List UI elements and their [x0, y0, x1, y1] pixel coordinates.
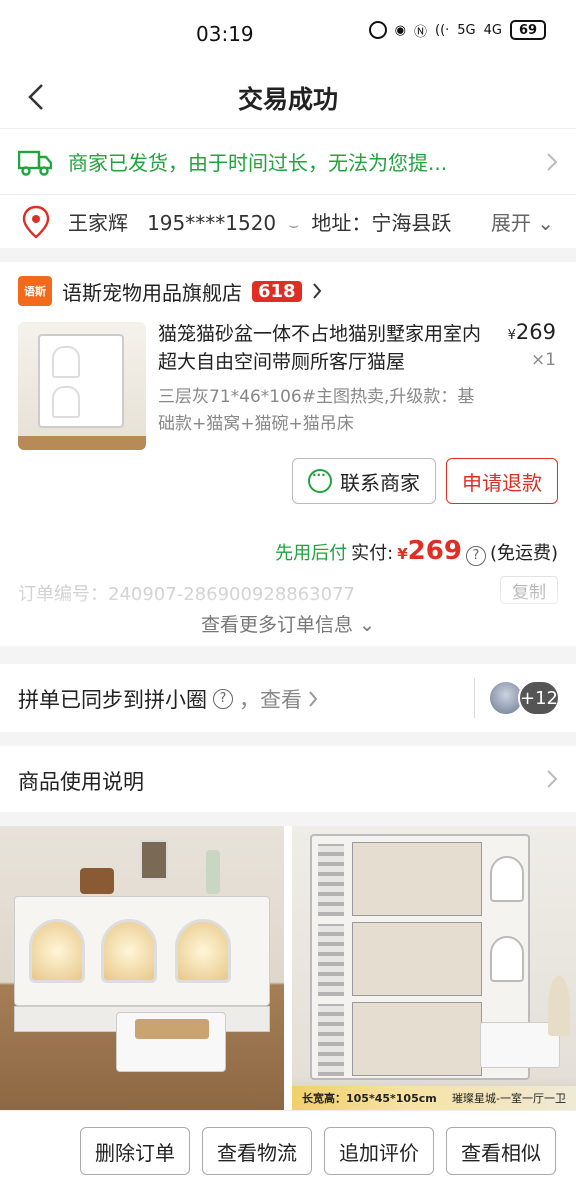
product-instructions-label: 商品使用说明: [18, 770, 144, 794]
product-photo-2[interactable]: 长宽高：105*45*105cm 璀璨星城-一室一厅一卫: [292, 826, 576, 1110]
eye-closed-icon[interactable]: ⌣: [289, 215, 300, 235]
paid-label: 实付:: [351, 543, 394, 564]
battery-icon: 69: [510, 20, 546, 40]
cage-level: [352, 1002, 482, 1076]
cabinet-window: [175, 919, 231, 983]
signal-4g-icon: 4G: [483, 22, 502, 38]
address-row[interactable]: 王家辉 195****1520 ⌣ 地址：宁海县跃 展开 ⌄: [0, 195, 576, 249]
payment-summary: 先用后付 实付: ¥269 ? (免运费): [275, 536, 558, 566]
nfc-icon: Ⓝ: [413, 24, 427, 40]
recipient-phone: 195****1520: [147, 211, 277, 235]
shop-name: 语斯宠物用品旗舰店: [62, 280, 242, 305]
litter-drawer: [116, 1012, 226, 1072]
view-similar-button[interactable]: 查看相似: [446, 1127, 556, 1175]
product-quantity: ×1: [530, 350, 556, 370]
help-icon[interactable]: ?: [213, 689, 233, 709]
order-card: 语斯 语斯宠物用品旗舰店 618 猫笼猫砂盆一体不占地猫别墅家用室内超大自由空间…: [0, 262, 576, 646]
radio-decor: [80, 868, 114, 894]
page-title: 交易成功: [237, 85, 338, 114]
paid-symbol: ¥: [397, 545, 408, 563]
chevron-right-icon: [309, 691, 318, 707]
contact-merchant-label: 联系商家: [340, 470, 420, 495]
wifi-icon: ((·: [435, 22, 450, 38]
status-time: 03:19: [196, 22, 254, 46]
friend-count-badge[interactable]: +12: [518, 680, 560, 716]
shop-badge: 618: [252, 280, 302, 302]
pay-later-label: 先用后付: [275, 543, 348, 564]
product-photos: 长宽高：105*45*105cm 璀璨星城-一室一厅一卫: [0, 826, 576, 1110]
group-sync-text: 拼单已同步到拼小圈 ? ，查看: [18, 684, 318, 714]
cage-door: [490, 936, 524, 982]
photo-caption-dimensions: 长宽高：105*45*105cm: [302, 1092, 437, 1105]
recipient-address: 地址：宁海县跃: [311, 211, 452, 235]
cage-door: [490, 856, 524, 902]
shop-logo: 语斯: [18, 276, 52, 306]
product-title[interactable]: 猫笼猫砂盆一体不占地猫别墅家用室内超大自由空间带厕所客厅猫屋: [158, 320, 488, 376]
shipping-card: 商家已发货，由于时间过长，无法为您提... 王家辉 195****1520 ⌣ …: [0, 128, 576, 248]
eye-icon: ◉: [394, 22, 406, 38]
help-icon[interactable]: ?: [465, 546, 486, 566]
product-cage-illustration: [38, 334, 124, 428]
price-symbol: ¥: [507, 328, 516, 343]
chat-icon: [308, 468, 332, 493]
cage-side-panel: [318, 844, 344, 916]
recipient-name: 王家辉: [68, 211, 128, 235]
shipping-message: 商家已发货，由于时间过长，无法为您提...: [68, 151, 448, 175]
expand-label: 展开: [490, 211, 531, 235]
request-refund-button[interactable]: 申请退款: [446, 458, 558, 504]
delete-order-button[interactable]: 删除订单: [80, 1127, 190, 1175]
vase-decor: [206, 850, 220, 894]
view-logistics-button[interactable]: 查看物流: [202, 1127, 312, 1175]
product-image-strip: [18, 436, 146, 450]
product-image[interactable]: [18, 322, 146, 450]
photo-caption: 长宽高：105*45*105cm 璀璨星城-一室一厅一卫: [292, 1086, 576, 1110]
paid-value: 269: [407, 536, 462, 566]
divider: [474, 678, 475, 718]
page-header: 交易成功: [0, 68, 576, 128]
notification-icon: [368, 21, 387, 39]
group-sync-view-link[interactable]: ，查看: [239, 684, 302, 714]
shipping-fee-note: (免运费): [489, 543, 558, 564]
photo-caption-title: 璀璨星城-一室一厅一卫: [452, 1092, 566, 1105]
contact-merchant-button[interactable]: 联系商家: [292, 458, 436, 504]
cat-cabinet: [14, 896, 270, 1006]
product-photo-1[interactable]: [0, 826, 284, 1110]
shop-row[interactable]: 语斯 语斯宠物用品旗舰店 618: [18, 276, 322, 306]
group-sync-row[interactable]: 拼单已同步到拼小圈 ? ，查看 +12: [0, 664, 576, 732]
group-sync-label: 拼单已同步到拼小圈: [18, 688, 207, 712]
lamp-decor: [548, 976, 570, 1036]
copy-button[interactable]: 复制: [500, 576, 558, 604]
paid-amount: ¥269: [397, 536, 462, 566]
status-bar: 03:19 ◉ Ⓝ ((· 5G 4G 69: [0, 0, 576, 68]
add-review-button[interactable]: 追加评价: [324, 1127, 434, 1175]
location-pin-icon: [22, 205, 50, 239]
cage-side-panel: [318, 924, 344, 996]
chevron-right-icon: [312, 283, 321, 299]
price-value: 269: [515, 320, 556, 344]
more-order-info-button[interactable]: 查看更多订单信息 ⌄: [0, 610, 576, 637]
order-number: 订单编号：240907-286900928863077: [18, 584, 355, 605]
recipient-info: 王家辉 195****1520 ⌣ 地址：宁海县跃: [68, 207, 451, 236]
chevron-right-icon: [547, 153, 558, 171]
chevron-right-icon: [547, 770, 558, 788]
cabinet-window: [29, 919, 85, 983]
cabinet-window: [101, 919, 157, 983]
status-icons: ◉ Ⓝ ((· 5G 4G 69: [368, 20, 546, 40]
cage-side-panel: [318, 1004, 344, 1076]
chevron-down-icon: ⌄: [359, 614, 375, 636]
signal-5g-icon: 5G: [457, 22, 476, 38]
cage-level: [352, 842, 482, 916]
product-instructions-row[interactable]: 商品使用说明: [0, 746, 576, 812]
more-order-info-label: 查看更多订单信息: [201, 614, 354, 636]
cage-level: [352, 922, 482, 996]
truck-icon: [18, 150, 52, 176]
shipping-status-row[interactable]: 商家已发货，由于时间过长，无法为您提...: [0, 129, 576, 195]
product-price: ¥269: [508, 320, 556, 344]
expand-address-button[interactable]: 展开 ⌄: [476, 207, 554, 236]
picture-frame-decor: [140, 840, 168, 880]
product-sku: 三层灰71*46*106#主图热卖,升级款：基础款+猫窝+猫碗+猫吊床: [158, 387, 475, 434]
bottom-action-bar: 删除订单 查看物流 追加评价 查看相似: [0, 1110, 576, 1188]
